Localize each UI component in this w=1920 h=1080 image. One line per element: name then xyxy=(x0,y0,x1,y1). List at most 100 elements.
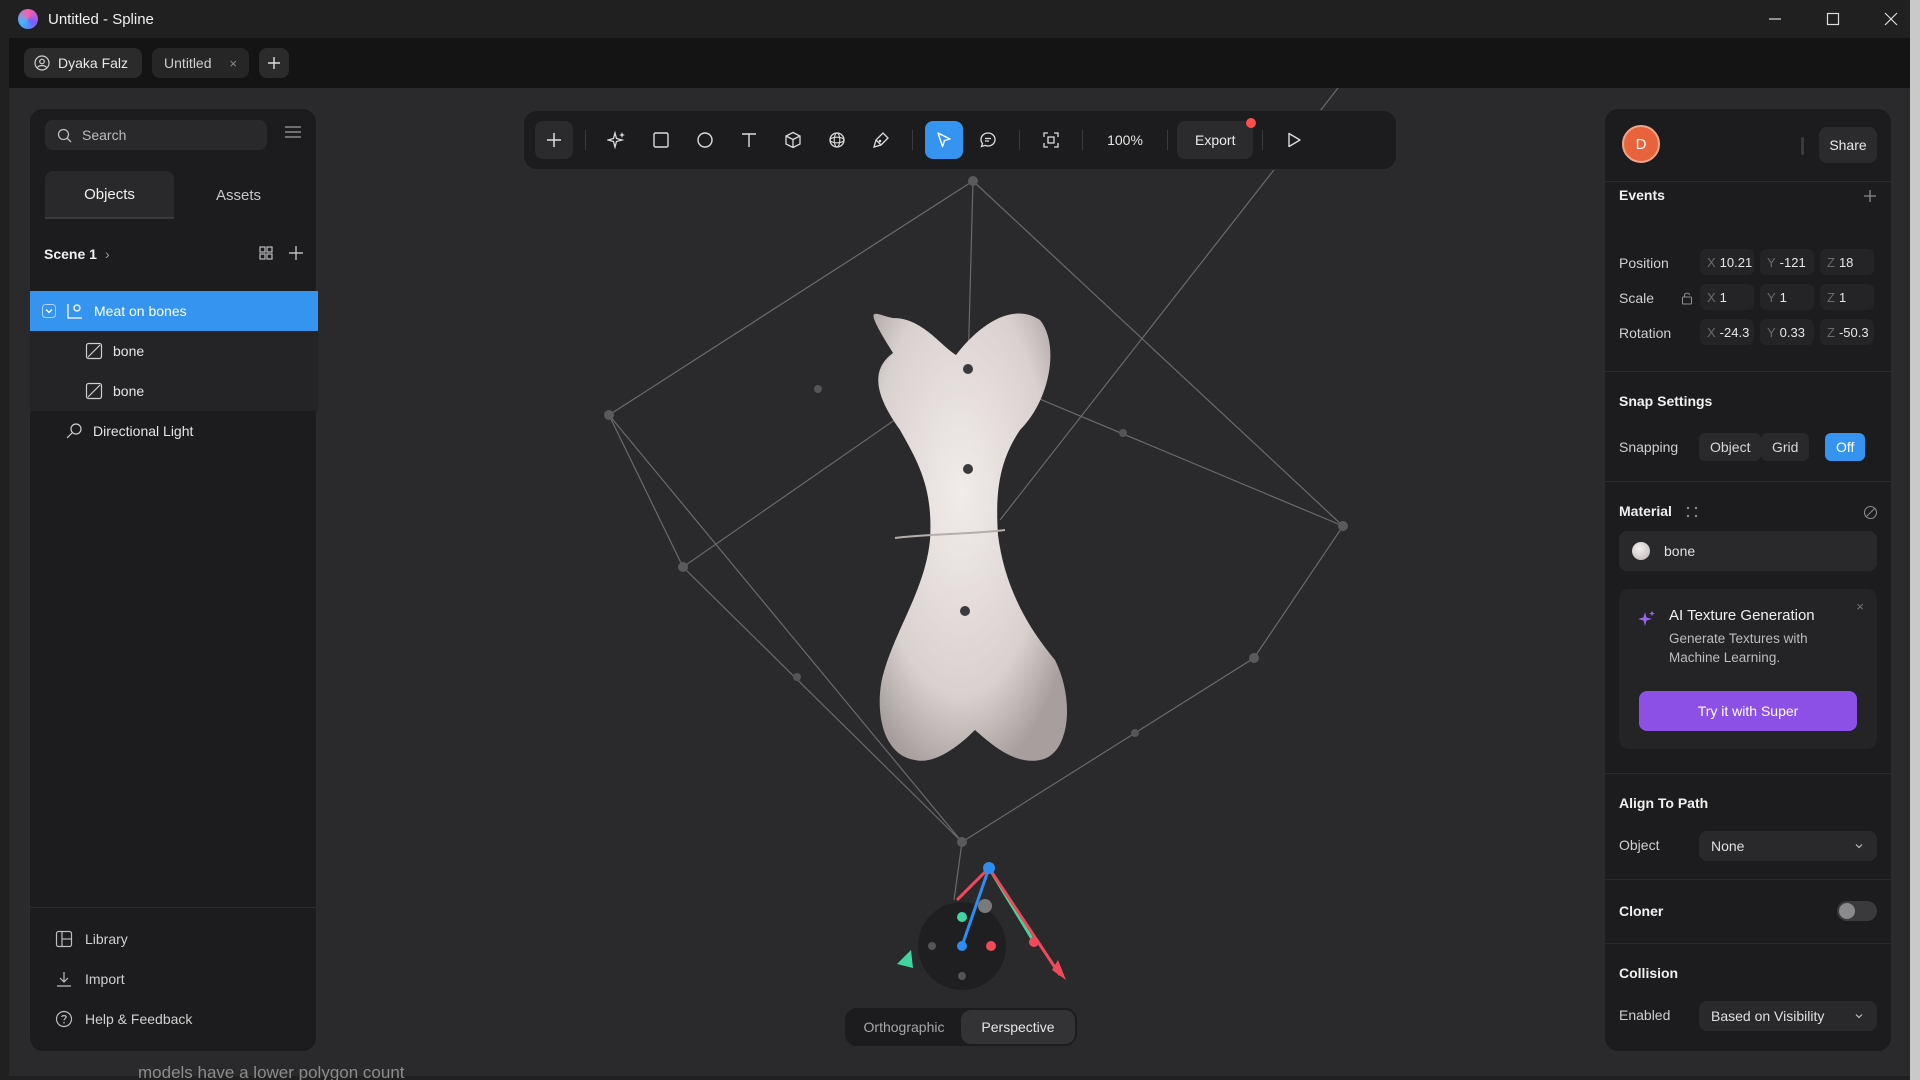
align-object-label: Object xyxy=(1619,837,1660,853)
rectangle-tool[interactable] xyxy=(642,121,680,159)
material-title: Material xyxy=(1619,503,1672,519)
material-link-icon[interactable] xyxy=(1863,505,1878,520)
file-tab[interactable]: Untitled × xyxy=(152,48,250,78)
snap-off-button[interactable]: Off xyxy=(1825,433,1866,461)
export-label: Export xyxy=(1195,132,1236,148)
maximize-button[interactable] xyxy=(1804,0,1862,38)
share-button[interactable]: Share xyxy=(1819,127,1877,163)
perspective-option[interactable]: Perspective xyxy=(961,1010,1075,1044)
tree-item-label: bone xyxy=(113,383,145,399)
rotation-z-value: -50.3 xyxy=(1838,324,1869,340)
rectangle-icon xyxy=(653,132,669,148)
window-controls xyxy=(1746,0,1920,38)
rotation-y-field[interactable]: Y 0.33 xyxy=(1760,319,1814,345)
toggle-knob xyxy=(1839,903,1855,919)
tab-objects[interactable]: Objects xyxy=(45,171,174,219)
notification-dot xyxy=(1246,118,1257,128)
close-icon[interactable]: × xyxy=(1856,599,1864,614)
position-label: Position xyxy=(1619,255,1669,271)
align-to-path-title: Align To Path xyxy=(1619,795,1709,811)
try-super-button[interactable]: Try it with Super xyxy=(1639,691,1857,731)
ai-tool-button[interactable] xyxy=(598,121,636,159)
tree-item-bone-1[interactable]: bone xyxy=(30,331,318,371)
spline-logo-icon xyxy=(18,9,38,29)
position-y-field[interactable]: Y -121 xyxy=(1760,249,1814,275)
toolbar-divider xyxy=(1019,130,1020,150)
align-object-value: None xyxy=(1711,838,1745,854)
minimize-button[interactable] xyxy=(1746,0,1804,38)
menu-button[interactable] xyxy=(284,125,302,144)
grid-view-icon[interactable] xyxy=(258,245,274,261)
section-divider xyxy=(1605,181,1891,182)
zoom-level[interactable]: 100% xyxy=(1092,132,1158,148)
position-z-field[interactable]: Z 18 xyxy=(1820,249,1874,275)
align-object-dropdown[interactable]: None xyxy=(1699,831,1877,861)
toolbar-divider xyxy=(1262,130,1264,150)
export-button[interactable]: Export xyxy=(1177,118,1257,159)
sphere-tool[interactable] xyxy=(818,121,856,159)
tree-item-bone-2[interactable]: bone xyxy=(30,371,318,411)
cube-icon xyxy=(785,131,801,149)
scale-z-field[interactable]: Z1 xyxy=(1820,284,1874,310)
chevron-down-icon[interactable] xyxy=(42,304,56,318)
collision-dropdown[interactable]: Based on Visibility xyxy=(1699,1001,1877,1031)
transform-gizmo xyxy=(897,862,1066,990)
section-divider xyxy=(1605,943,1891,944)
snap-grid-button[interactable]: Grid xyxy=(1761,433,1810,461)
library-icon xyxy=(55,930,73,948)
tab-assets[interactable]: Assets xyxy=(174,171,303,219)
tree-item-meat-on-bones[interactable]: Meat on bones xyxy=(30,291,318,331)
user-chip[interactable]: Dyaka Falz xyxy=(24,48,143,78)
select-tool[interactable] xyxy=(925,121,963,159)
import-icon xyxy=(57,972,71,987)
import-link[interactable]: Import xyxy=(55,967,125,991)
main-toolbar: 100% Export xyxy=(523,110,1397,170)
pen-tool[interactable] xyxy=(862,121,900,159)
library-link[interactable]: Library xyxy=(55,927,128,951)
ellipse-tool[interactable] xyxy=(686,121,724,159)
play-icon xyxy=(1288,132,1302,148)
help-link[interactable]: Help & Feedback xyxy=(55,1007,192,1031)
comment-tool[interactable] xyxy=(969,121,1007,159)
scale-x-field[interactable]: X1 xyxy=(1700,284,1754,310)
frame-tool[interactable] xyxy=(1032,121,1070,159)
minimize-icon xyxy=(1769,18,1781,20)
cloner-toggle[interactable] xyxy=(1837,901,1877,921)
lock-icon[interactable] xyxy=(1681,291,1693,305)
drag-handle-icon[interactable] xyxy=(1685,505,1699,519)
close-tab-icon[interactable]: × xyxy=(230,56,238,71)
add-event-icon[interactable] xyxy=(1863,189,1877,203)
position-x-field[interactable]: X 10.21 xyxy=(1700,249,1754,275)
close-icon xyxy=(1884,12,1898,26)
snap-object-button[interactable]: Object xyxy=(1699,433,1762,461)
header-divider xyxy=(1801,137,1804,155)
play-button[interactable] xyxy=(1275,121,1313,159)
scale-z-value: 1 xyxy=(1838,289,1847,305)
add-button[interactable] xyxy=(535,121,573,159)
user-icon xyxy=(34,55,50,71)
scene-selector[interactable]: Scene 1 › xyxy=(44,239,304,269)
avatar[interactable]: D xyxy=(1622,125,1660,163)
search-input[interactable]: Search xyxy=(45,120,267,150)
scale-y-field[interactable]: Y1 xyxy=(1760,284,1814,310)
cube-tool[interactable] xyxy=(774,121,812,159)
rotation-z-field[interactable]: Z -50.3 xyxy=(1820,319,1874,345)
material-selector[interactable]: bone xyxy=(1619,531,1877,571)
panel-bottom-divider xyxy=(30,907,318,908)
tree-item-directional-light[interactable]: Directional Light xyxy=(30,411,318,451)
text-tool[interactable] xyxy=(730,121,768,159)
rotation-x-field[interactable]: X -24.3 xyxy=(1700,319,1754,345)
window-titlebar: Untitled - Spline xyxy=(0,0,1920,38)
pointer-icon xyxy=(937,132,951,148)
position-x-value: 10.21 xyxy=(1719,254,1753,270)
add-object-icon[interactable] xyxy=(288,245,304,261)
app-tabbar: Dyaka Falz Untitled × xyxy=(9,38,1910,88)
new-tab-button[interactable] xyxy=(259,48,290,78)
orthographic-option[interactable]: Orthographic xyxy=(847,1010,961,1044)
maximize-icon xyxy=(1826,12,1840,26)
snapping-label: Snapping xyxy=(1619,439,1679,455)
ai-texture-title: AI Texture Generation xyxy=(1669,607,1815,624)
tree-item-label: Directional Light xyxy=(93,423,194,439)
section-divider xyxy=(1605,371,1891,372)
toolbar-divider xyxy=(585,130,586,150)
